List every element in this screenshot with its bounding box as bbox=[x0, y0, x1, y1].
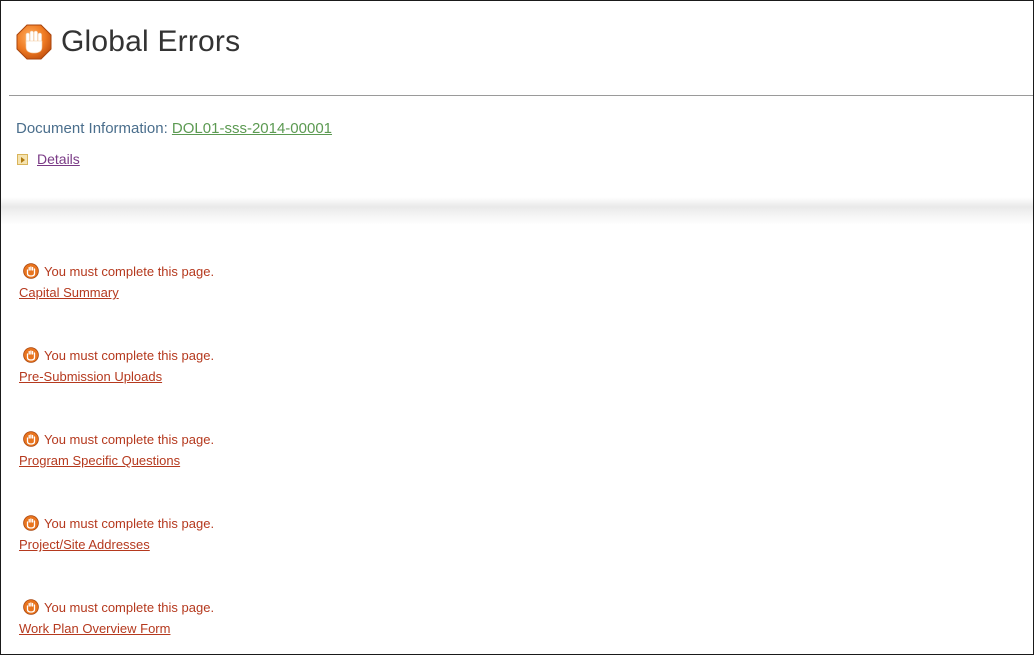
error-message: You must complete this page. bbox=[44, 431, 215, 447]
stop-hand-icon bbox=[23, 263, 44, 279]
error-message: You must complete this page. bbox=[44, 515, 215, 531]
stop-hand-icon bbox=[23, 431, 44, 447]
details-toggle[interactable]: Details bbox=[17, 151, 80, 167]
header: Global Errors bbox=[1, 1, 1033, 96]
error-message-row: You must complete this page. bbox=[23, 431, 214, 447]
document-information: Document Information: DOL01-sss-2014-000… bbox=[16, 120, 332, 137]
title-row: Global Errors bbox=[15, 23, 240, 61]
error-message: You must complete this page. bbox=[44, 599, 215, 615]
section-separator bbox=[1, 197, 1033, 225]
error-page-link[interactable]: Pre-Submission Uploads bbox=[19, 369, 162, 384]
error-item: You must complete this page. Capital Sum… bbox=[19, 263, 214, 347]
expand-arrow-icon[interactable] bbox=[17, 153, 28, 165]
error-list: You must complete this page. Capital Sum… bbox=[19, 263, 214, 654]
error-page-link[interactable]: Capital Summary bbox=[19, 285, 119, 300]
error-message-row: You must complete this page. bbox=[23, 263, 214, 279]
stop-hand-icon bbox=[15, 23, 53, 61]
global-errors-panel: Global Errors Document Information: DOL0… bbox=[0, 0, 1034, 655]
error-item: You must complete this page. Project/Sit… bbox=[19, 515, 214, 599]
stop-hand-icon bbox=[23, 599, 44, 615]
error-message: You must complete this page. bbox=[44, 263, 215, 279]
error-item: You must complete this page. Program Spe… bbox=[19, 431, 214, 515]
error-item: You must complete this page. Pre-Submiss… bbox=[19, 347, 214, 431]
error-message: You must complete this page. bbox=[44, 347, 215, 363]
error-page-link[interactable]: Project/Site Addresses bbox=[19, 537, 150, 552]
error-page-link[interactable]: Work Plan Overview Form bbox=[19, 621, 170, 636]
stop-hand-icon bbox=[23, 515, 44, 531]
error-item: You must complete this page. Work Plan O… bbox=[19, 599, 214, 654]
document-info-label: Document Information: bbox=[16, 120, 168, 137]
stop-hand-icon bbox=[23, 347, 44, 363]
page-title: Global Errors bbox=[61, 25, 241, 58]
error-message-row: You must complete this page. bbox=[23, 515, 214, 531]
document-id-link[interactable]: DOL01-sss-2014-00001 bbox=[172, 120, 332, 137]
details-link[interactable]: Details bbox=[37, 151, 80, 167]
divider bbox=[9, 95, 1033, 96]
error-page-link[interactable]: Program Specific Questions bbox=[19, 453, 180, 468]
error-message-row: You must complete this page. bbox=[23, 599, 214, 615]
error-message-row: You must complete this page. bbox=[23, 347, 214, 363]
